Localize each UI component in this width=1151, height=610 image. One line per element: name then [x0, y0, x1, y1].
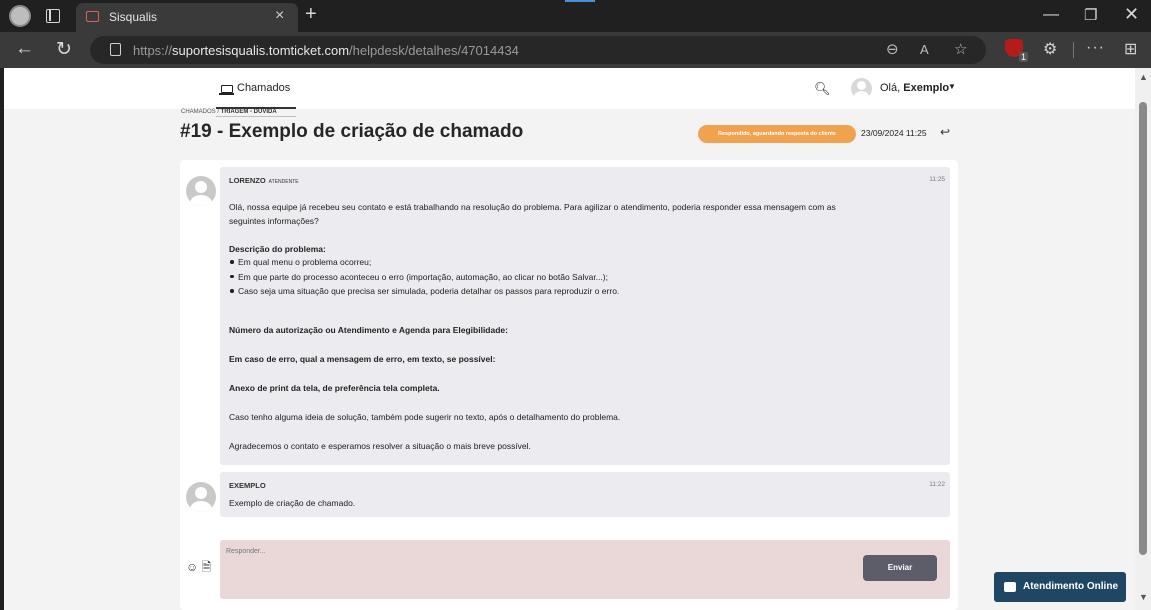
list-item: Caso seja uma situação que precisa ser s…	[229, 284, 619, 299]
more-menu-icon[interactable]: ···	[1086, 39, 1105, 57]
message-text: Exemplo de criação de chamado.	[229, 498, 356, 508]
user-avatar[interactable]	[851, 78, 872, 99]
refresh-icon[interactable]: ↻	[56, 38, 72, 61]
ticket-title: #19 - Exemplo de criação de chamado	[180, 121, 524, 142]
toolbar-divider	[1073, 42, 1074, 58]
list-item: Em qual menu o problema ocorreu;	[229, 255, 619, 270]
scroll-up-icon[interactable]: ▲	[1139, 72, 1148, 82]
minimize-icon[interactable]: —	[1043, 6, 1059, 24]
search-icon[interactable]: 🔍︎	[814, 81, 831, 97]
reply-input[interactable]: Responder... Enviar	[220, 540, 950, 599]
chat-favicon-icon	[86, 11, 99, 22]
zoom-icon[interactable]: ⊖	[886, 40, 899, 58]
ublock-extension-icon[interactable]: 1	[1005, 39, 1028, 62]
breadcrumb-root[interactable]: CHAMADOS	[181, 109, 216, 115]
message-list: Em qual menu o problema ocorreu; Em que …	[229, 255, 619, 299]
chevron-down-icon[interactable]: ▼	[948, 82, 956, 91]
message-agent: LORENZO ATENDENTE 11:25 Olá, nossa equipe…	[220, 167, 950, 465]
tab-close-icon[interactable]: ×	[275, 7, 284, 25]
message-text: Caso tenho alguma ideia de solução, tamb…	[229, 412, 621, 422]
sidebar-toggle-icon[interactable]: ⊞	[1124, 39, 1137, 59]
tab-actions-icon[interactable]	[46, 9, 60, 23]
attachment-icon[interactable]: 🗎	[202, 560, 212, 574]
online-support-button[interactable]: Atendimento Online	[994, 572, 1126, 602]
favorite-star-icon[interactable]: ☆	[954, 40, 967, 58]
address-bar[interactable]: https://suportesisqualis.tomticket.com/h…	[90, 36, 986, 64]
url-text[interactable]: https://suportesisqualis.tomticket.com/h…	[133, 43, 519, 58]
emoji-icon[interactable]: ☺	[186, 560, 198, 574]
message-text: Olá, nossa equipe já recebeu seu contato…	[229, 202, 836, 212]
send-button[interactable]: Enviar	[863, 555, 937, 581]
online-support-label: Atendimento Online	[1023, 581, 1118, 592]
message-heading: Descrição do problema:	[229, 244, 326, 254]
page-scrollbar[interactable]: ▲ ▼	[1135, 68, 1151, 610]
browser-tab-sisqualis[interactable]: Sisqualis ×	[76, 3, 298, 32]
message-customer: EXEMPLO 11:22 Exemplo de criação de cham…	[220, 472, 950, 517]
read-aloud-icon[interactable]: A	[920, 42, 929, 57]
status-badge: Respondido, aguardando resposta do clien…	[698, 125, 856, 143]
nav-tab-label: Chamados	[237, 82, 291, 94]
site-info-icon[interactable]	[110, 43, 121, 56]
breadcrumb-current: TRIAGEM - DÚVIDA	[220, 109, 277, 115]
restore-icon[interactable]: ❐	[1084, 6, 1097, 24]
message-author: LORENZO ATENDENTE	[229, 176, 299, 185]
message-question: Em caso de erro, qual a mensagem de erro…	[229, 354, 496, 364]
new-tab-icon[interactable]: +	[305, 3, 317, 26]
message-time: 11:22	[929, 481, 945, 488]
close-window-icon[interactable]: ✕	[1124, 4, 1139, 25]
extension-badge: 1	[1018, 52, 1028, 62]
message-time: 11:25	[929, 176, 945, 183]
ticket-datetime: 23/09/2024 11:25	[861, 128, 927, 138]
customer-avatar-icon	[186, 482, 216, 512]
reply-icon[interactable]: ↩	[940, 125, 950, 139]
laptop-icon	[219, 85, 234, 95]
breadcrumb: CHAMADOS / TRIAGEM - DÚVIDA	[181, 109, 277, 115]
agent-avatar-icon	[186, 176, 216, 206]
page-viewport: Chamados 🔍︎ Olá, Exemplo ▼ CHAMADOS / TR…	[4, 68, 1135, 610]
scroll-thumb[interactable]	[1139, 102, 1147, 555]
composer-tools: ☺ 🗎	[186, 558, 211, 579]
back-arrow-icon[interactable]: ←	[15, 38, 34, 60]
message-question: Anexo de print da tela, de preferência t…	[229, 383, 440, 393]
tab-title: Sisqualis	[109, 10, 158, 24]
extensions-puzzle-icon[interactable]: ⚙	[1043, 39, 1057, 59]
profile-avatar-icon[interactable]	[9, 5, 31, 27]
message-text: Agradecemos o contato e esperamos resolv…	[229, 441, 531, 451]
site-header: Chamados 🔍︎ Olá, Exemplo ▼	[4, 68, 1135, 109]
breadcrumb-divider	[216, 116, 296, 117]
chat-icon	[1004, 582, 1016, 592]
nav-tab-chamados[interactable]: Chamados	[216, 68, 296, 109]
list-item: Em que parte do processo aconteceu o err…	[229, 270, 619, 285]
message-role: ATENDENTE	[268, 179, 299, 185]
user-menu[interactable]: Olá, Exemplo	[880, 82, 949, 94]
reply-placeholder: Responder...	[226, 548, 266, 555]
conversation-card: LORENZO ATENDENTE 11:25 Olá, nossa equipe…	[180, 160, 958, 610]
scroll-down-icon[interactable]: ▼	[1139, 592, 1148, 602]
message-text: seguintes informações?	[229, 216, 319, 226]
titlebar-accent	[565, 0, 595, 2]
message-question: Número da autorização ou Atendimento e A…	[229, 325, 508, 335]
browser-titlebar: Sisqualis × + — ❐ ✕	[0, 0, 1151, 32]
browser-toolbar: ← ↻ https://suportesisqualis.tomticket.c…	[0, 32, 1151, 68]
message-author: EXEMPLO	[229, 481, 266, 490]
